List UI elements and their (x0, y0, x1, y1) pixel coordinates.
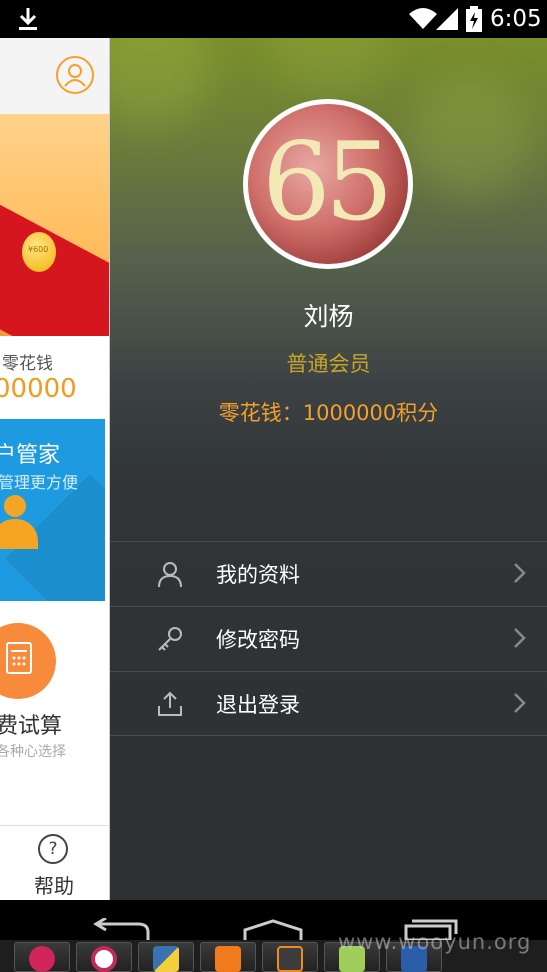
account-manager-card[interactable]: 户管家 管理更方便 (0, 419, 105, 601)
person-icon (158, 562, 182, 588)
card-subtitle: 管理更方便 (0, 473, 79, 492)
app-icon (215, 946, 241, 972)
banner-red-shape (0, 202, 109, 336)
download-icon (19, 8, 37, 30)
app-icon (91, 946, 117, 972)
taskbar-app-4[interactable] (200, 942, 256, 972)
taskbar-app-sublime[interactable] (262, 942, 318, 972)
menu-item-logout[interactable]: 退出登录 (110, 671, 547, 736)
app-icon (29, 946, 55, 972)
calculator-icon (6, 642, 32, 674)
menu-item-profile[interactable]: 我的资料 (110, 541, 547, 606)
background-page: ¥600 零花钱 00000 户管家 管理更方便 费试算 各种心选择 ? 帮助 (0, 38, 110, 900)
money-value: 00000 (0, 374, 77, 404)
wifi-icon (409, 8, 437, 29)
menu-label: 修改密码 (216, 628, 300, 652)
user-name: 刘杨 (303, 302, 354, 331)
chevron-right-icon (514, 628, 526, 648)
clock-time: 6:05 (490, 6, 542, 32)
user-avatar-icon[interactable] (56, 56, 94, 94)
bokeh-decoration (410, 78, 530, 198)
top-bar (0, 38, 109, 114)
money-label: 零花钱 (2, 354, 53, 374)
signal-icon (436, 8, 458, 30)
card-title: 户管家 (0, 443, 61, 468)
sublime-icon (277, 946, 303, 972)
help-icon[interactable]: ? (38, 834, 68, 864)
person-icon (4, 495, 26, 517)
python-icon (153, 946, 179, 972)
taskbar-app-1[interactable] (14, 942, 70, 972)
avatar-text: 65 (262, 120, 393, 245)
bokeh-decoration (270, 38, 390, 98)
coin-icon: ¥600 (22, 232, 56, 272)
home-icon[interactable] (242, 918, 304, 940)
status-bar: 6:05 (0, 0, 547, 38)
member-level: 普通会员 (286, 352, 371, 376)
chevron-right-icon (514, 693, 526, 713)
person-body-icon (0, 519, 38, 549)
help-label[interactable]: 帮助 (34, 870, 74, 899)
taskbar-app-python[interactable] (138, 942, 194, 972)
chevron-right-icon (514, 563, 526, 583)
points-balance: 零花钱：1000000积分 (218, 401, 439, 425)
menu-item-change-password[interactable]: 修改密码 (110, 606, 547, 671)
bokeh-decoration (110, 38, 210, 128)
calc-title: 费试算 (0, 714, 63, 739)
watermark: www.wooyun.org (338, 930, 532, 954)
calc-subtitle: 各种心选择 (0, 744, 66, 760)
drawer-menu: 我的资料 修改密码 退出登录 (110, 541, 547, 736)
coin-text: ¥600 (28, 245, 49, 254)
menu-label: 退出登录 (216, 693, 300, 717)
navigation-drawer: 65 刘杨 普通会员 零花钱：1000000积分 我的资料 修改密码 退出登录 (110, 38, 547, 900)
profile-avatar[interactable]: 65 (243, 99, 413, 269)
battery-icon (466, 6, 482, 32)
menu-label: 我的资料 (216, 563, 300, 587)
taskbar-app-2[interactable] (76, 942, 132, 972)
logout-icon (158, 691, 182, 716)
divider (0, 825, 109, 826)
promo-banner[interactable]: ¥600 (0, 114, 109, 336)
key-icon (158, 627, 182, 651)
back-icon[interactable] (90, 918, 150, 940)
